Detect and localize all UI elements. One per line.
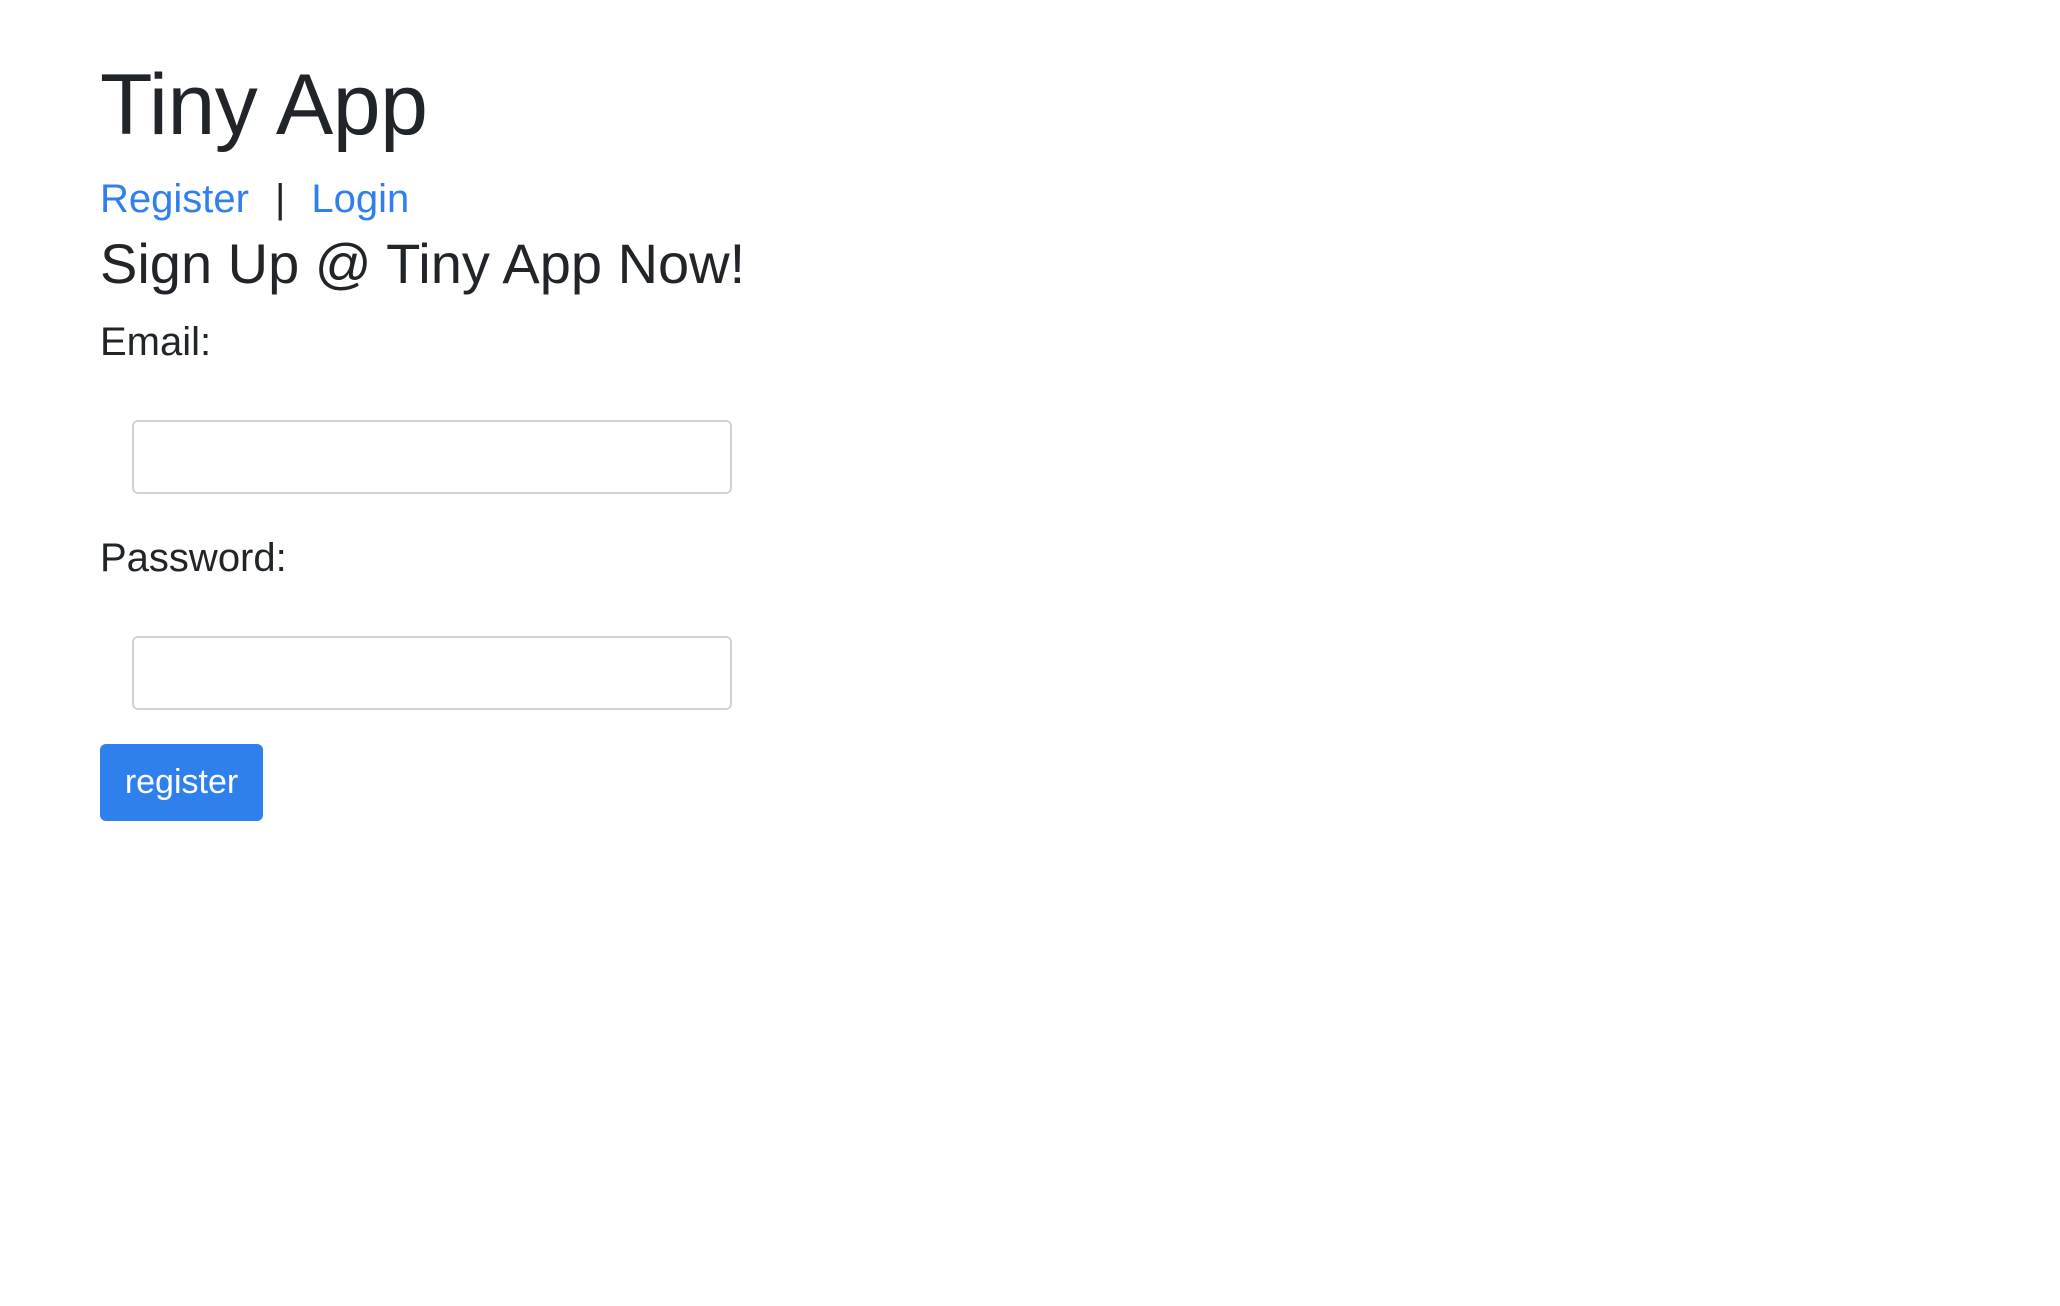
page: Tiny App Register | Login Sign Up @ Tiny… xyxy=(0,0,2060,1306)
password-label: Password: xyxy=(100,536,287,580)
app-title: Tiny App xyxy=(100,57,428,153)
top-nav: Register | Login xyxy=(100,174,409,224)
login-link[interactable]: Login xyxy=(311,174,409,224)
nav-separator: | xyxy=(274,177,286,221)
register-button[interactable]: register xyxy=(100,744,263,821)
register-link[interactable]: Register xyxy=(100,174,249,224)
password-field[interactable] xyxy=(132,636,732,710)
email-field[interactable] xyxy=(132,420,732,494)
form-heading: Sign Up @ Tiny App Now! xyxy=(100,232,746,295)
email-label: Email: xyxy=(100,320,212,364)
